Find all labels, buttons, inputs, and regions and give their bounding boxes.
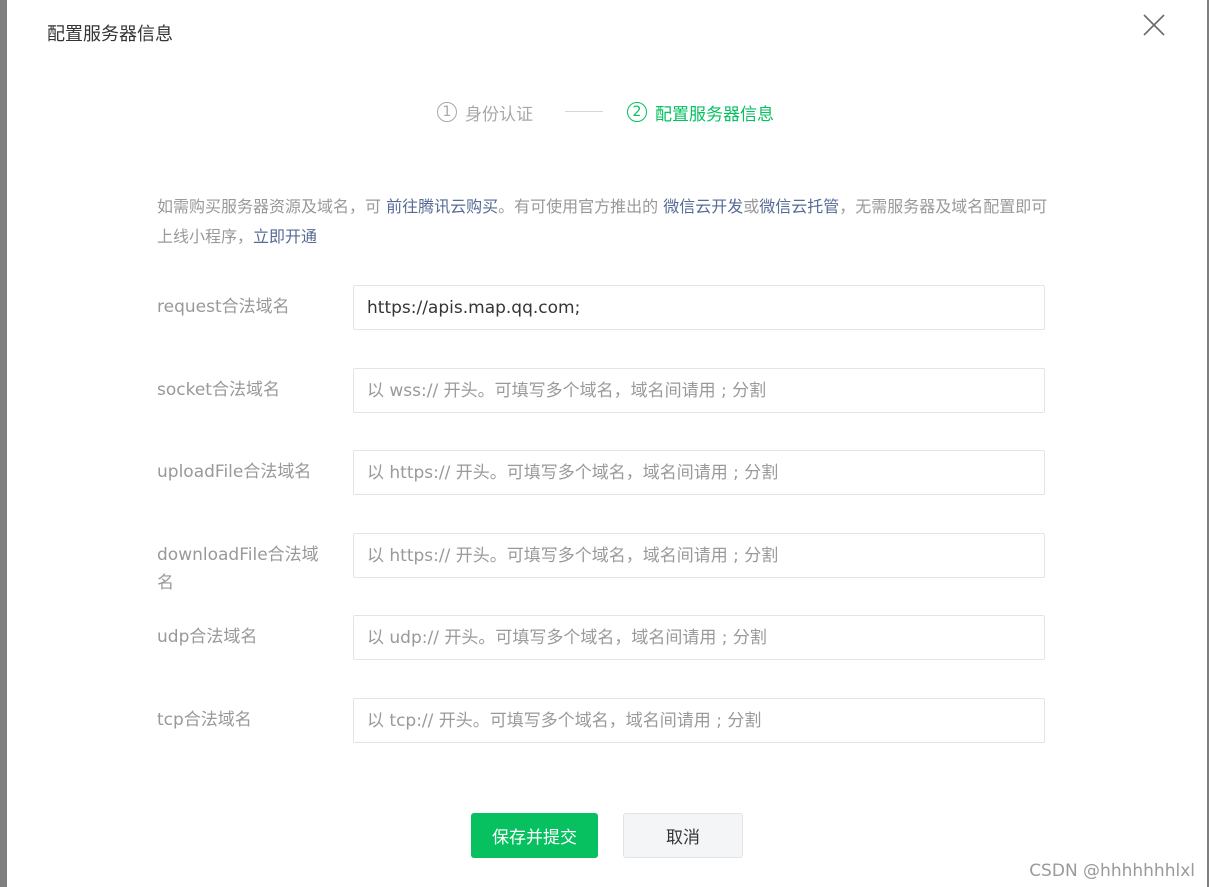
intro-text-part: 或 <box>743 197 760 216</box>
watermark: CSDN @hhhhhhhlxl <box>1029 861 1195 881</box>
step-divider <box>565 111 603 112</box>
cancel-button[interactable]: 取消 <box>623 813 743 858</box>
request-domain-input[interactable] <box>353 285 1045 330</box>
intro-text: 如需购买服务器资源及域名，可 前往腾讯云购买。有可使用官方推出的 微信云开发或微… <box>157 192 1052 252</box>
form-row-tcp: tcp合法域名 <box>157 698 1047 744</box>
request-domain-label: request合法域名 <box>157 297 290 317</box>
form-row-downloadfile: downloadFile合法域名 <box>157 533 1047 593</box>
form-row-socket: socket合法域名 <box>157 368 1047 414</box>
udp-domain-input[interactable] <box>353 615 1045 660</box>
form-row-udp: udp合法域名 <box>157 615 1047 661</box>
socket-domain-input[interactable] <box>353 368 1045 413</box>
step-server-config: 2 配置服务器信息 <box>627 98 774 126</box>
tcp-domain-label: tcp合法域名 <box>157 710 252 730</box>
form-row-request: request合法域名 <box>157 285 1047 331</box>
activate-now-link[interactable]: 立即开通 <box>253 227 317 246</box>
uploadfile-domain-input[interactable] <box>353 450 1045 495</box>
udp-domain-label: udp合法域名 <box>157 627 258 647</box>
step-label-2: 配置服务器信息 <box>655 104 774 125</box>
step-indicator: 1 身份认证 2 配置服务器信息 <box>7 98 1207 126</box>
server-config-dialog: 配置服务器信息 1 身份认证 2 配置服务器信息 如需购买服务器资源及域名，可 … <box>7 0 1207 887</box>
dialog-title: 配置服务器信息 <box>47 24 173 45</box>
tcp-domain-input[interactable] <box>353 698 1045 743</box>
downloadfile-domain-input[interactable] <box>353 533 1045 578</box>
step-identity-verification: 1 身份认证 <box>437 98 533 126</box>
form-row-uploadfile: uploadFile合法域名 <box>157 450 1047 496</box>
wechat-cloud-dev-link[interactable]: 微信云开发 <box>663 197 743 216</box>
tencent-cloud-purchase-link[interactable]: 前往腾讯云购买 <box>386 197 498 216</box>
close-icon <box>1143 14 1165 36</box>
step-number-2: 2 <box>627 102 647 122</box>
close-button[interactable] <box>1141 12 1167 38</box>
intro-text-part: 。有可使用官方推出的 <box>498 197 664 216</box>
step-number-1: 1 <box>437 102 457 122</box>
step-label-1: 身份认证 <box>465 104 533 125</box>
downloadfile-domain-label: downloadFile合法域名 <box>157 545 319 593</box>
uploadfile-domain-label: uploadFile合法域名 <box>157 462 312 482</box>
socket-domain-label: socket合法域名 <box>157 380 280 400</box>
wechat-cloud-hosting-link[interactable]: 微信云托管 <box>759 197 839 216</box>
intro-text-part: 如需购买服务器资源及域名，可 <box>157 197 387 216</box>
save-submit-button[interactable]: 保存并提交 <box>471 813 598 858</box>
